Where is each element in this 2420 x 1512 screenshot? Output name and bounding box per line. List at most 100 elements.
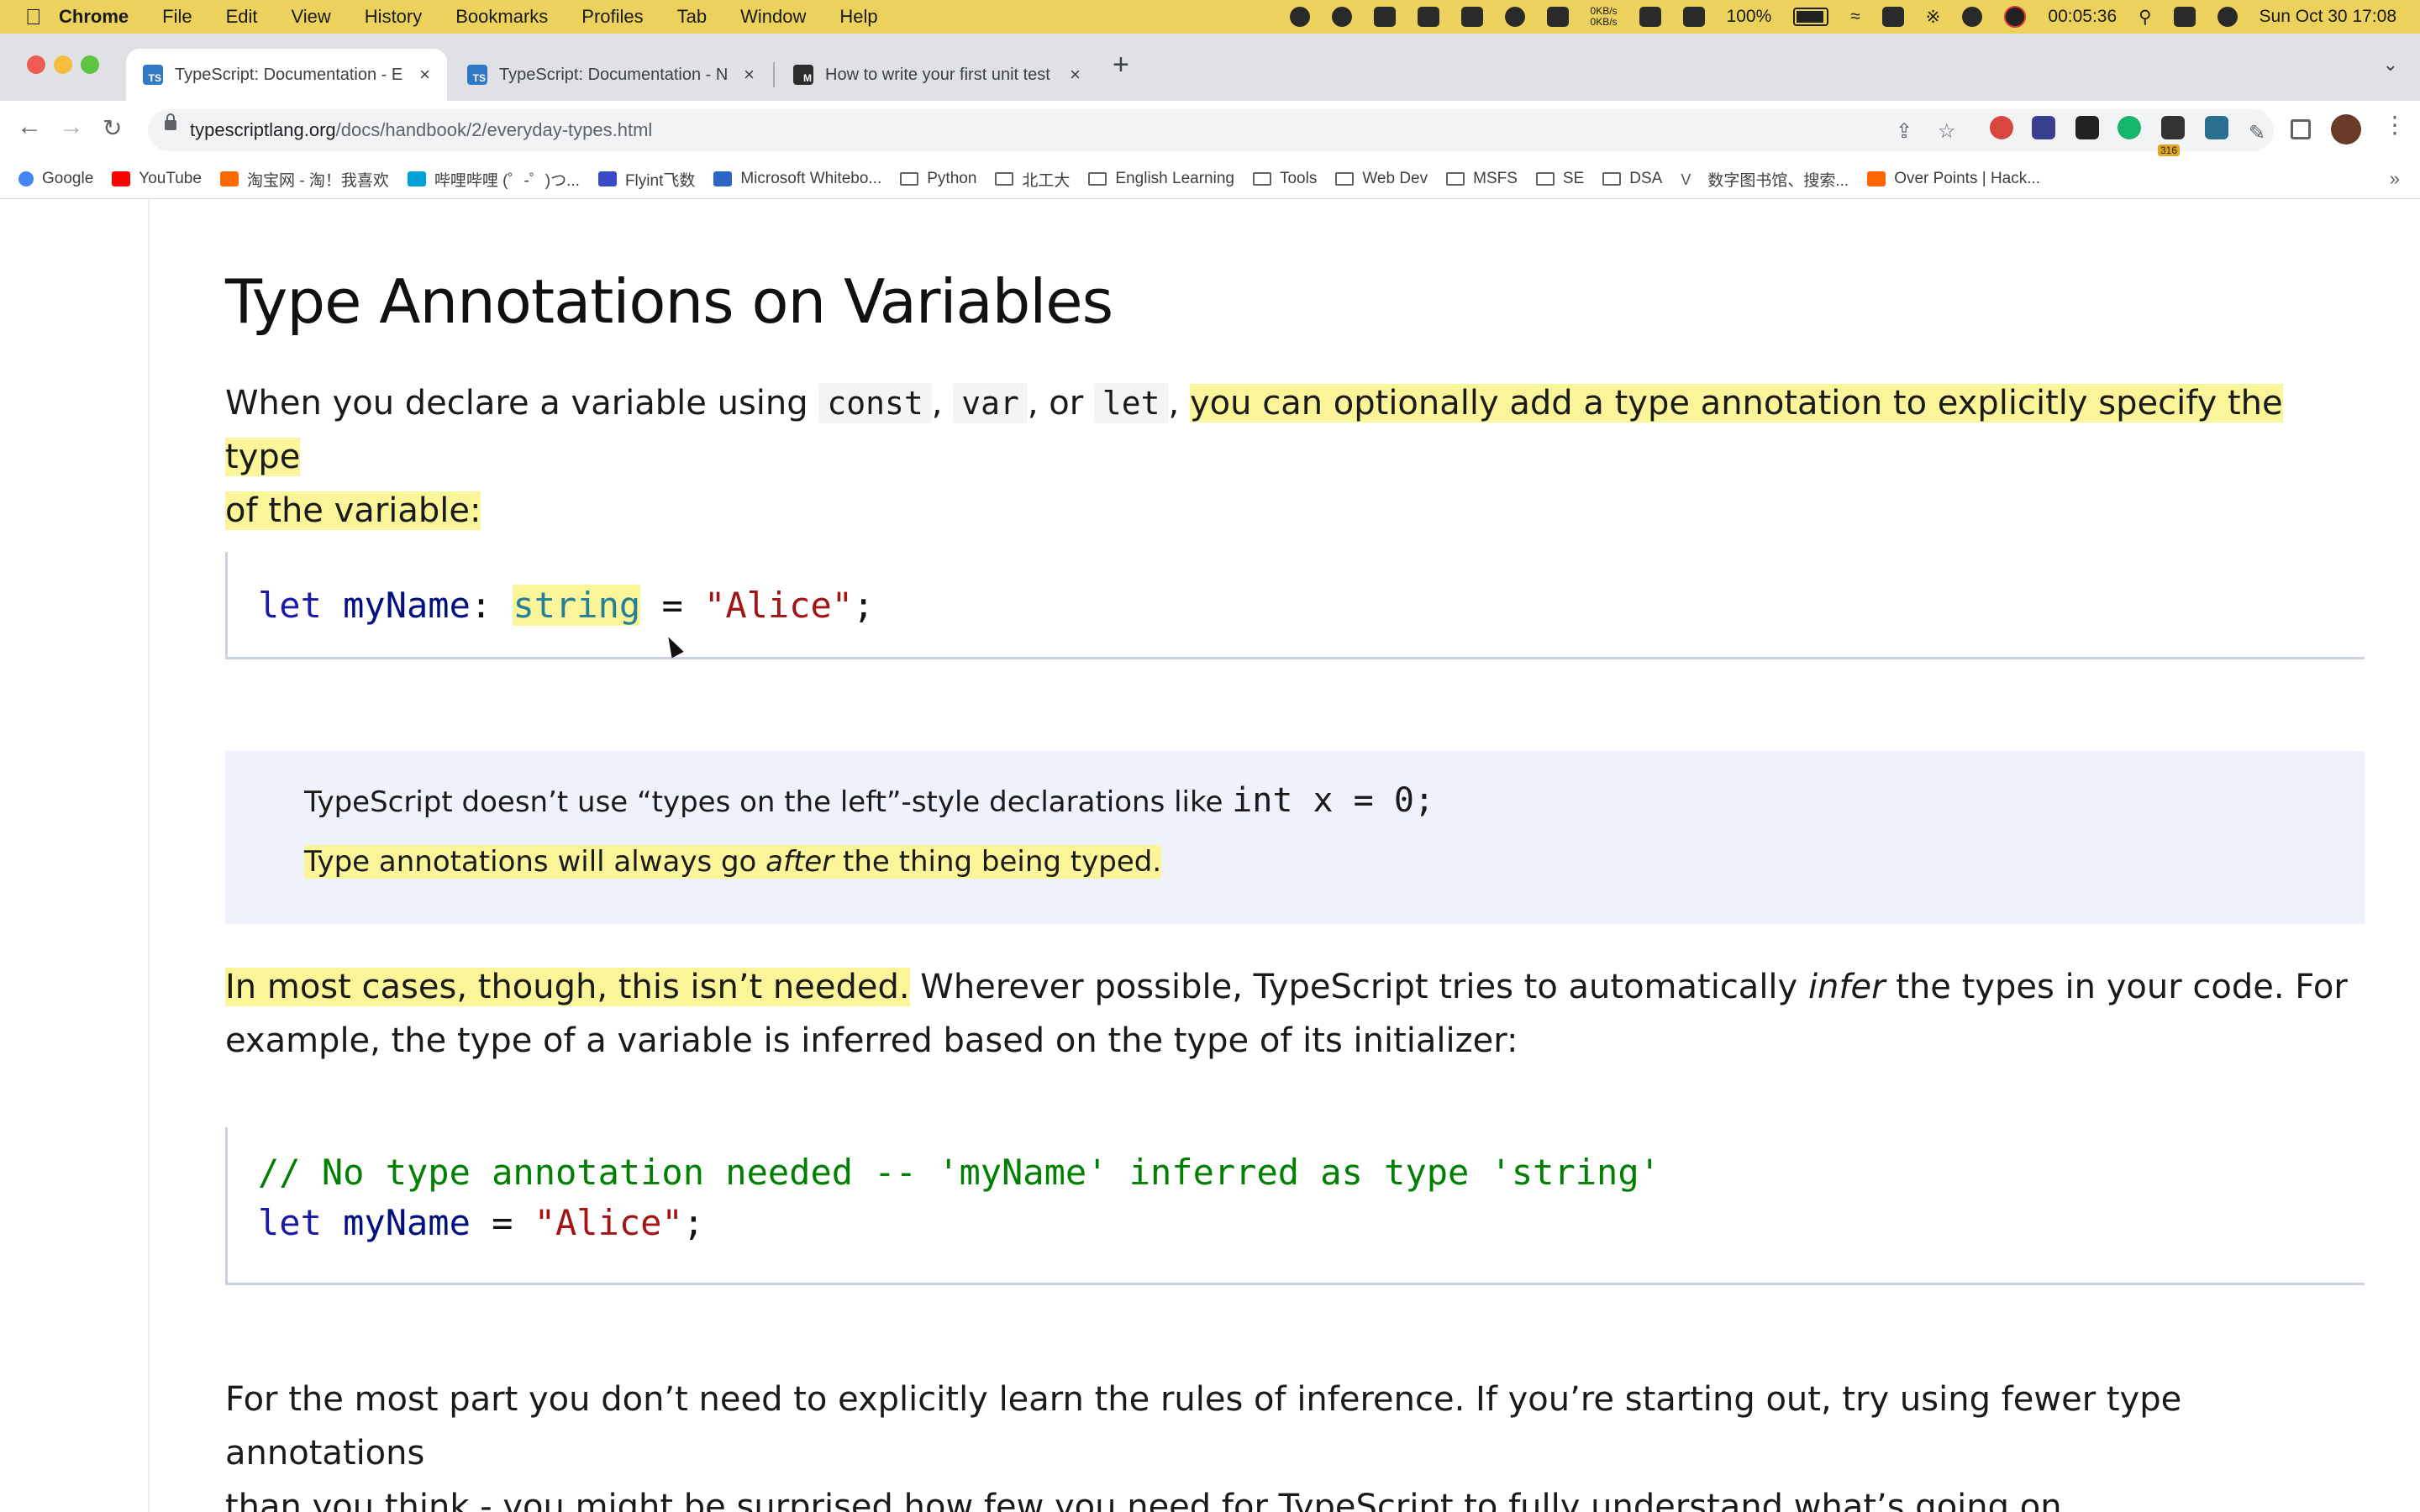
- sidebar-divider: [148, 199, 150, 1512]
- menu-history[interactable]: History: [365, 6, 422, 28]
- flyint-icon: [597, 171, 617, 186]
- bookmark-taobao[interactable]: 淘宝网 - 淘！我喜欢: [219, 168, 389, 191]
- cube-icon[interactable]: [1289, 7, 1310, 27]
- fork-icon[interactable]: [1682, 7, 1705, 27]
- image-icon[interactable]: [1881, 7, 1904, 27]
- grammarly-extension-icon[interactable]: [2118, 116, 2141, 139]
- clock[interactable]: Sun Oct 30 17:08: [2260, 7, 2396, 27]
- bookmark-whiteboard[interactable]: Microsoft Whitebo...: [713, 170, 881, 188]
- youdao-icon[interactable]: [1417, 7, 1439, 27]
- zoom-window-button[interactable]: [81, 55, 99, 74]
- side-panel-icon[interactable]: [2291, 119, 2311, 139]
- code-block-annotation[interactable]: let myName: string = "Alice";: [225, 552, 2365, 659]
- bookmark-bilibili[interactable]: 哔哩哔哩 (゜-゜)つ...: [407, 168, 580, 191]
- typescript-favicon-icon: TS: [467, 65, 487, 85]
- keyboard-icon[interactable]: [1460, 7, 1483, 27]
- bookmark-star-icon[interactable]: ☆: [1938, 119, 1956, 144]
- apple-icon[interactable]: : [25, 4, 59, 30]
- battery-icon[interactable]: [1793, 8, 1829, 26]
- folder-icon: [1446, 172, 1465, 186]
- bookmark-hacker-news[interactable]: Over Points | Hack...: [1867, 170, 2040, 188]
- menu-edit[interactable]: Edit: [226, 6, 258, 28]
- share-icon[interactable]: ⇪: [1896, 119, 1912, 144]
- note-callout: TypeScript doesn’t use “types on the lef…: [225, 751, 2365, 924]
- page-viewport[interactable]: Type Annotations on Variables When you d…: [0, 199, 2420, 1512]
- new-tab-button[interactable]: +: [1113, 49, 1129, 81]
- library-icon: V: [1681, 171, 1691, 188]
- highlighted-text: In most cases, though, this isn’t needed…: [225, 968, 910, 1006]
- bookmark-folder-webdev[interactable]: Web Dev: [1335, 170, 1428, 188]
- folder-icon: [1088, 172, 1107, 186]
- extension-badge: 316: [2158, 144, 2181, 156]
- bookmark-youtube[interactable]: YouTube: [112, 170, 202, 188]
- tab-search-icon[interactable]: ⌄: [2383, 54, 2398, 76]
- menu-window[interactable]: Window: [740, 6, 806, 28]
- siri-icon[interactable]: [2217, 7, 2238, 27]
- tab-title: TypeScript: Documentation - E: [175, 65, 403, 84]
- wechat-icon[interactable]: [1373, 7, 1396, 27]
- react-devtools-icon[interactable]: [2205, 116, 2228, 139]
- search-icon[interactable]: ⚲: [2139, 7, 2151, 28]
- mask-extension-icon[interactable]: [2075, 116, 2099, 139]
- adblock-extension-icon[interactable]: [1990, 116, 2013, 139]
- close-tab-icon[interactable]: ×: [1070, 64, 1081, 86]
- bookmarks-bar: Google YouTube 淘宝网 - 淘！我喜欢 哔哩哔哩 (゜-゜)つ..…: [0, 160, 2420, 199]
- close-tab-icon[interactable]: ×: [744, 64, 755, 86]
- cloud-icon[interactable]: [1504, 7, 1525, 27]
- tab-title: TypeScript: Documentation - N: [499, 65, 729, 84]
- ia-extension-icon[interactable]: [2032, 116, 2055, 139]
- back-icon[interactable]: ←: [17, 113, 42, 141]
- address-bar[interactable]: typescriptlang.org/docs/handbook/2/every…: [148, 109, 2274, 151]
- code-block-inference[interactable]: // No type annotation needed -- 'myName'…: [225, 1127, 2365, 1285]
- menu-tab[interactable]: Tab: [677, 6, 707, 28]
- bookmark-folder-bjut[interactable]: 北工大: [995, 168, 1070, 191]
- bookmark-flyint[interactable]: Flyint飞数: [597, 168, 695, 191]
- bookmark-folder-python[interactable]: Python: [900, 170, 976, 188]
- medium-favicon-icon: M: [793, 65, 813, 85]
- menu-profiles[interactable]: Profiles: [581, 6, 643, 28]
- section-heading: Type Annotations on Variables: [225, 266, 1113, 337]
- more-options-icon[interactable]: ⋮: [2383, 111, 2407, 139]
- bluetooth-icon[interactable]: ※: [1926, 7, 1941, 28]
- minimize-window-button[interactable]: [54, 55, 72, 74]
- close-tab-icon[interactable]: ×: [419, 64, 430, 86]
- battery-percent: 100%: [1726, 7, 1772, 26]
- bookmark-folder-msfs[interactable]: MSFS: [1446, 170, 1518, 188]
- reload-icon[interactable]: ↻: [103, 114, 122, 142]
- forward-icon[interactable]: →: [59, 113, 84, 141]
- input-source-icon[interactable]: [1639, 7, 1661, 27]
- folder-icon: [1252, 172, 1271, 186]
- bookmark-google[interactable]: Google: [18, 170, 93, 188]
- profile-avatar[interactable]: [2331, 114, 2361, 144]
- lock-icon[interactable]: [165, 113, 176, 130]
- tab-typescript-everyday-types[interactable]: TS TypeScript: Documentation - E ×: [126, 49, 447, 101]
- macos-menu-bar:  Chrome File Edit View History Bookmark…: [0, 0, 2420, 34]
- cat-icon[interactable]: [1546, 7, 1569, 27]
- google-icon: [18, 171, 34, 186]
- close-window-button[interactable]: [27, 55, 45, 74]
- bookmark-digital-library[interactable]: V 数字图书馆、搜索...: [1681, 168, 1849, 191]
- wifi-icon[interactable]: ≈: [1850, 7, 1860, 27]
- more-bookmarks-icon[interactable]: »: [2390, 168, 2400, 190]
- menu-help[interactable]: Help: [839, 6, 877, 28]
- menu-app-chrome[interactable]: Chrome: [59, 6, 129, 28]
- inline-code-int: int x = 0;: [1232, 781, 1435, 820]
- pause-icon[interactable]: [1962, 7, 1983, 27]
- network-speed: 0KB/s 0KB/s: [1590, 5, 1618, 28]
- menu-bookmarks[interactable]: Bookmarks: [455, 6, 548, 28]
- recording-icon[interactable]: [2004, 6, 2027, 28]
- menu-file[interactable]: File: [162, 6, 192, 28]
- extensions-puzzle-icon[interactable]: ✎: [2249, 121, 2265, 145]
- counter-extension-icon[interactable]: [2161, 116, 2185, 139]
- control-center-icon[interactable]: [2173, 7, 2196, 27]
- url-text[interactable]: typescriptlang.org/docs/handbook/2/every…: [190, 119, 652, 141]
- menu-view[interactable]: View: [292, 6, 331, 28]
- bookmark-folder-dsa[interactable]: DSA: [1602, 170, 1662, 188]
- tab-unit-test-article[interactable]: M How to write your first unit test ×: [776, 49, 1097, 101]
- tab-strip: TS TypeScript: Documentation - E × TS Ty…: [0, 34, 2420, 101]
- shield-icon[interactable]: [1331, 7, 1352, 27]
- bookmark-folder-tools[interactable]: Tools: [1252, 170, 1317, 188]
- bookmark-folder-se[interactable]: SE: [1535, 170, 1584, 188]
- tab-typescript-narrowing[interactable]: TS TypeScript: Documentation - N ×: [450, 49, 771, 101]
- bookmark-folder-english[interactable]: English Learning: [1088, 170, 1234, 188]
